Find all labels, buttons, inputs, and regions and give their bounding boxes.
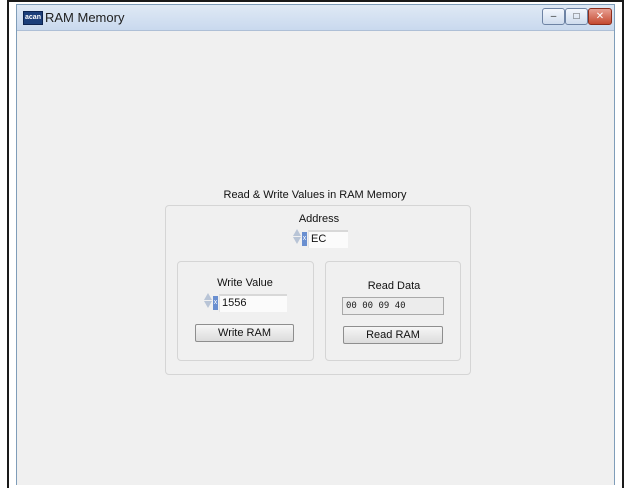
decrement-arrow-icon[interactable] <box>292 237 301 244</box>
write-value-label: Write Value <box>217 277 273 289</box>
ram-panel: Address x EC Write Value x 1556 Write RA… <box>165 205 471 375</box>
window-title: RAM Memory <box>45 10 125 25</box>
window-client-area: Read & Write Values in RAM Memory Addres… <box>17 31 614 485</box>
decrement-arrow-icon[interactable] <box>203 301 212 308</box>
increment-arrow-icon[interactable] <box>292 229 301 236</box>
read-group: Read Data 00 00 09 40 Read RAM <box>325 261 461 361</box>
write-value-radix-indicator[interactable]: x <box>213 296 218 310</box>
address-input[interactable]: EC <box>308 230 348 248</box>
write-group: Write Value x 1556 Write RAM <box>177 261 314 361</box>
outer-frame-right <box>622 0 624 488</box>
read-ram-button[interactable]: Read RAM <box>343 326 443 344</box>
read-data-display: 00 00 09 40 <box>342 297 444 315</box>
outer-frame-top <box>7 0 624 2</box>
address-radix-indicator[interactable]: x <box>302 232 307 246</box>
panel-title: Read & Write Values in RAM Memory <box>223 189 407 201</box>
increment-arrow-icon[interactable] <box>203 293 212 300</box>
read-data-label: Read Data <box>367 280 421 292</box>
outer-frame-left <box>7 0 9 488</box>
app-icon: acan <box>23 11 43 25</box>
address-spinner[interactable] <box>292 228 301 248</box>
maximize-icon: □ <box>573 11 580 22</box>
write-value-spinner[interactable] <box>203 292 212 312</box>
minimize-button[interactable]: – <box>542 8 565 25</box>
close-icon: ✕ <box>595 11 605 22</box>
ram-memory-window: acan RAM Memory – □ ✕ Read & Write Value… <box>16 4 615 485</box>
title-bar[interactable]: acan RAM Memory – □ ✕ <box>17 5 614 31</box>
maximize-button[interactable]: □ <box>565 8 588 25</box>
address-label: Address <box>298 213 340 225</box>
minimize-icon: – <box>550 11 557 22</box>
write-ram-button[interactable]: Write RAM <box>195 324 294 342</box>
close-button[interactable]: ✕ <box>588 8 612 25</box>
write-value-input[interactable]: 1556 <box>219 294 287 312</box>
